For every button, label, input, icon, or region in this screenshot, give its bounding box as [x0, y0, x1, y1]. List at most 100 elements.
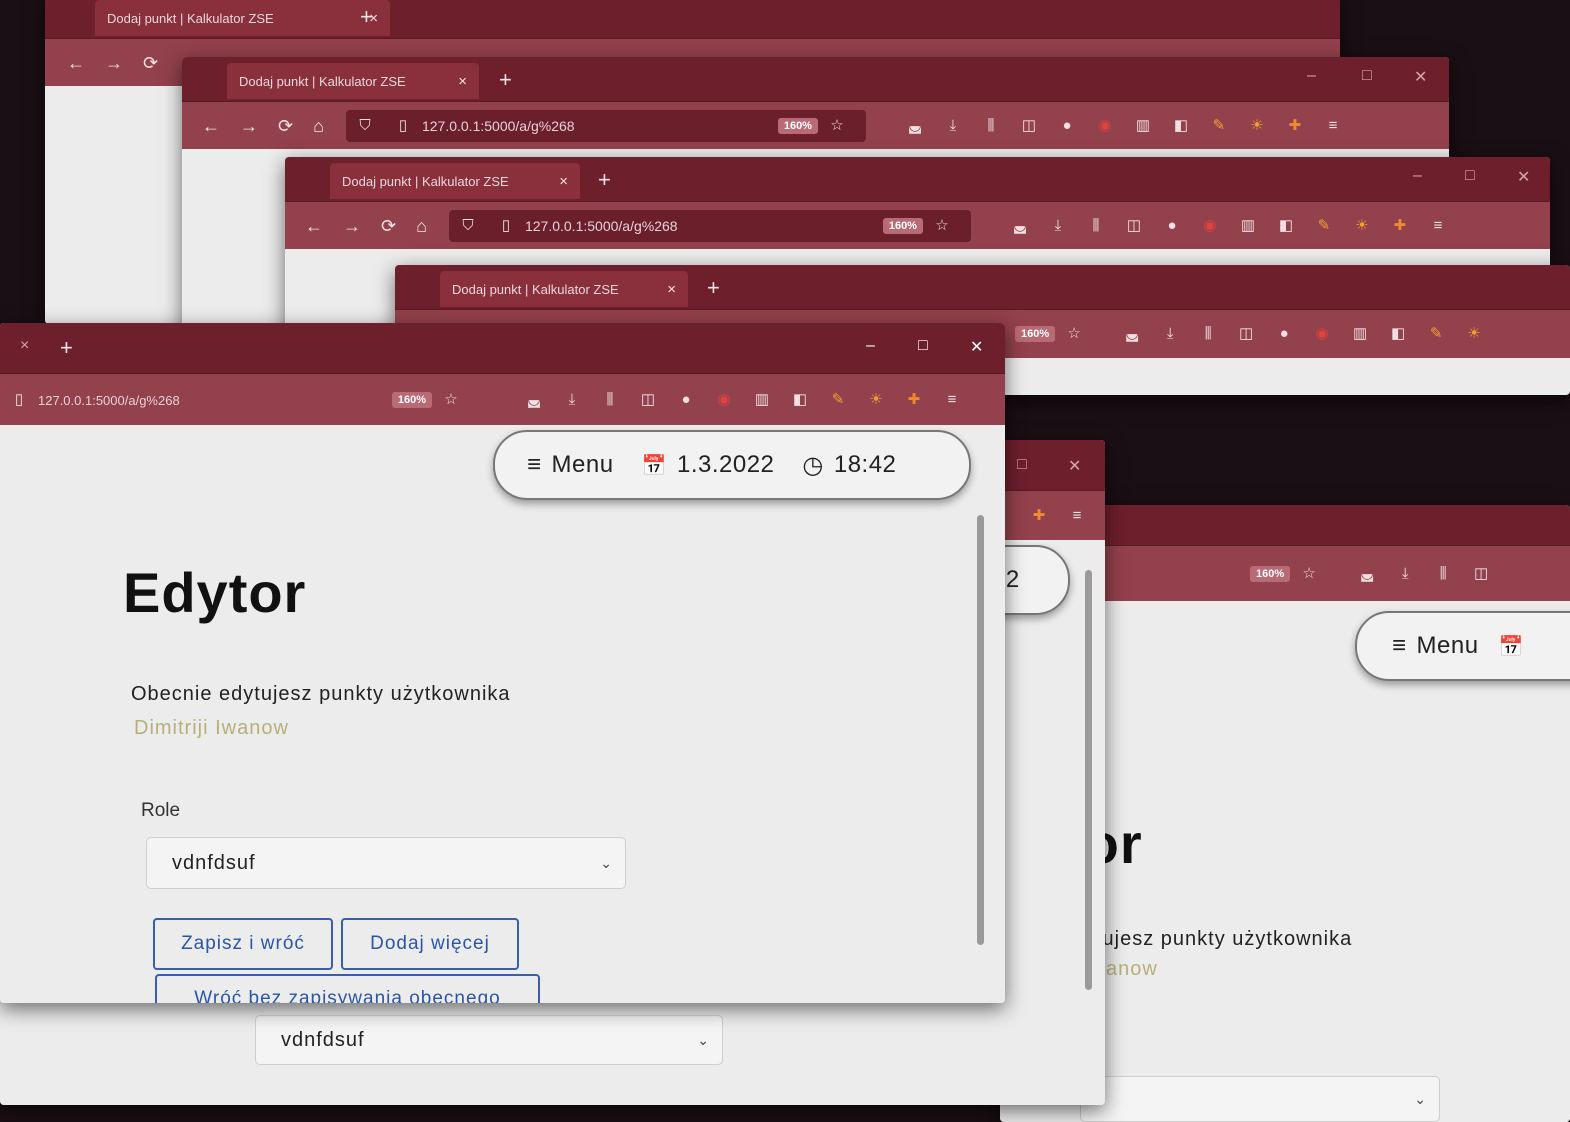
extension-icon[interactable]: ☀ [1353, 217, 1371, 235]
role-select[interactable]: vdnfdsuf ⌄ [146, 837, 626, 889]
profile-icon[interactable]: ● [1058, 117, 1076, 135]
home-icon[interactable]: ⌂ [313, 116, 324, 137]
pocket-icon[interactable]: ◛ [906, 117, 924, 135]
library-icon[interactable]: ⫼ [601, 391, 619, 409]
reload-icon[interactable]: ⟳ [143, 53, 158, 74]
pocket-icon[interactable]: ◛ [1358, 565, 1376, 583]
zoom-badge[interactable]: 160% [391, 392, 432, 408]
extension-icon[interactable]: ✚ [1391, 217, 1409, 235]
zoom-badge[interactable]: 160% [777, 118, 818, 134]
minimize-icon[interactable]: – [1413, 167, 1422, 185]
extension-icon[interactable]: ▥ [1134, 117, 1152, 135]
back-icon[interactable]: ← [305, 216, 323, 237]
hamburger-menu-icon[interactable]: ≡ [943, 391, 961, 409]
library-icon[interactable]: ⫼ [1199, 325, 1217, 343]
menu-label[interactable]: Menu [552, 451, 614, 479]
new-tab-icon[interactable]: + [60, 335, 73, 361]
star-icon[interactable]: ☆ [828, 117, 846, 135]
pocket-icon[interactable]: ◛ [1011, 217, 1029, 235]
library-icon[interactable]: ⫼ [1087, 217, 1105, 235]
back-icon[interactable]: ← [202, 116, 220, 137]
download-icon[interactable]: ⤓ [1049, 217, 1067, 235]
extension-icon[interactable]: ☀ [1465, 325, 1483, 343]
zoom-badge[interactable]: 160% [882, 218, 923, 234]
reload-icon[interactable]: ⟳ [278, 116, 293, 137]
extension-icon[interactable]: ✎ [1427, 325, 1445, 343]
role-select[interactable]: ⌄ [1080, 1076, 1440, 1122]
close-tab-icon[interactable]: × [667, 281, 676, 298]
download-icon[interactable]: ⤓ [944, 117, 962, 135]
menu-icon[interactable]: ≡ [1392, 632, 1407, 660]
profile-icon[interactable]: ● [677, 391, 695, 409]
close-tab-icon[interactable]: × [458, 73, 467, 90]
tab[interactable]: Dodaj punkt | Kalkulator ZSE × [440, 271, 688, 307]
close-tab-icon[interactable]: × [559, 173, 568, 190]
new-tab-icon[interactable]: + [499, 67, 512, 93]
tab[interactable]: Dodaj punkt | Kalkulator ZSE × [95, 0, 390, 36]
menu-icon[interactable]: ≡ [527, 451, 542, 479]
profile-icon[interactable]: ● [1275, 325, 1293, 343]
new-tab-icon[interactable]: + [598, 167, 611, 193]
extension-icon[interactable]: ◧ [1389, 325, 1407, 343]
extension-icon[interactable]: ◧ [1277, 217, 1295, 235]
close-window-icon[interactable]: ✕ [1517, 167, 1530, 187]
forward-icon[interactable]: → [240, 116, 258, 137]
extension-icon[interactable]: ✎ [1210, 117, 1228, 135]
star-icon[interactable]: ☆ [1300, 565, 1318, 583]
forward-icon[interactable]: → [343, 216, 361, 237]
add-more-button[interactable]: Dodaj więcej [341, 918, 519, 970]
extension-icon[interactable]: ✎ [1315, 217, 1333, 235]
extension-icon[interactable]: ✚ [905, 391, 923, 409]
tab[interactable]: Dodaj punkt | Kalkulator ZSE × [227, 63, 479, 99]
library-icon[interactable]: ⫼ [982, 117, 1000, 135]
ublock-icon[interactable]: ◉ [715, 391, 733, 409]
extension-icon[interactable]: ▥ [1351, 325, 1369, 343]
new-tab-icon[interactable]: + [360, 4, 373, 30]
star-icon[interactable]: ☆ [442, 391, 460, 409]
ublock-icon[interactable]: ◉ [1313, 325, 1331, 343]
library-icon[interactable]: ⫼ [1434, 565, 1452, 583]
back-icon[interactable]: ← [67, 53, 85, 74]
download-icon[interactable]: ⤓ [563, 391, 581, 409]
save-and-back-button[interactable]: Zapisz i wróć [153, 918, 333, 970]
back-without-saving-button[interactable]: Wróć bez zapisywania obecnego [155, 974, 540, 1003]
scrollbar[interactable] [1085, 570, 1092, 990]
sidebar-icon[interactable]: ◫ [1472, 565, 1490, 583]
sidebar-icon[interactable]: ◫ [639, 391, 657, 409]
role-select[interactable]: vdnfdsuf ⌄ [255, 1015, 723, 1065]
url-bar[interactable]: ⛉ ▯ 127.0.0.1:5000/a/g%268 160% ☆ [448, 210, 971, 242]
hamburger-menu-icon[interactable]: ≡ [1429, 217, 1447, 235]
close-window-icon[interactable]: ✕ [1414, 67, 1427, 87]
pocket-icon[interactable]: ◛ [525, 391, 543, 409]
close-window-icon[interactable]: ✕ [1068, 456, 1081, 476]
maximize-icon[interactable]: □ [1362, 67, 1372, 85]
extension-icon[interactable]: ▥ [1239, 217, 1257, 235]
sidebar-icon[interactable]: ◫ [1125, 217, 1143, 235]
zoom-badge[interactable]: 160% [1250, 566, 1291, 582]
forward-icon[interactable]: → [105, 53, 123, 74]
home-icon[interactable]: ⌂ [416, 216, 427, 237]
close-tab-icon[interactable]: × [20, 337, 29, 355]
star-icon[interactable]: ☆ [933, 217, 951, 235]
extension-icon[interactable]: ◧ [1172, 117, 1190, 135]
profile-icon[interactable]: ● [1163, 217, 1181, 235]
new-tab-icon[interactable]: + [707, 275, 720, 301]
extension-icon[interactable]: ✎ [829, 391, 847, 409]
ublock-icon[interactable]: ◉ [1096, 117, 1114, 135]
maximize-icon[interactable]: □ [1465, 167, 1475, 185]
scrollbar[interactable] [977, 515, 984, 945]
close-window-icon[interactable]: ✕ [970, 337, 983, 357]
tab[interactable]: Dodaj punkt | Kalkulator ZSE × [330, 163, 580, 199]
reload-icon[interactable]: ⟳ [381, 216, 396, 237]
zoom-badge[interactable]: 160% [1015, 326, 1056, 342]
url-bar[interactable]: ▯ 127.0.0.1:5000/a/g%268 160% ☆ [0, 384, 480, 416]
sidebar-icon[interactable]: ◫ [1237, 325, 1255, 343]
url-bar[interactable]: ⛉ ▯ 127.0.0.1:5000/a/g%268 160% ☆ [345, 110, 866, 142]
download-icon[interactable]: ⤓ [1161, 325, 1179, 343]
extension-icon[interactable]: ▥ [753, 391, 771, 409]
pocket-icon[interactable]: ◛ [1123, 325, 1141, 343]
extension-icon[interactable]: ◧ [791, 391, 809, 409]
hamburger-menu-icon[interactable]: ≡ [1324, 117, 1342, 135]
download-icon[interactable]: ⤓ [1396, 565, 1414, 583]
extension-icon[interactable]: ☀ [867, 391, 885, 409]
